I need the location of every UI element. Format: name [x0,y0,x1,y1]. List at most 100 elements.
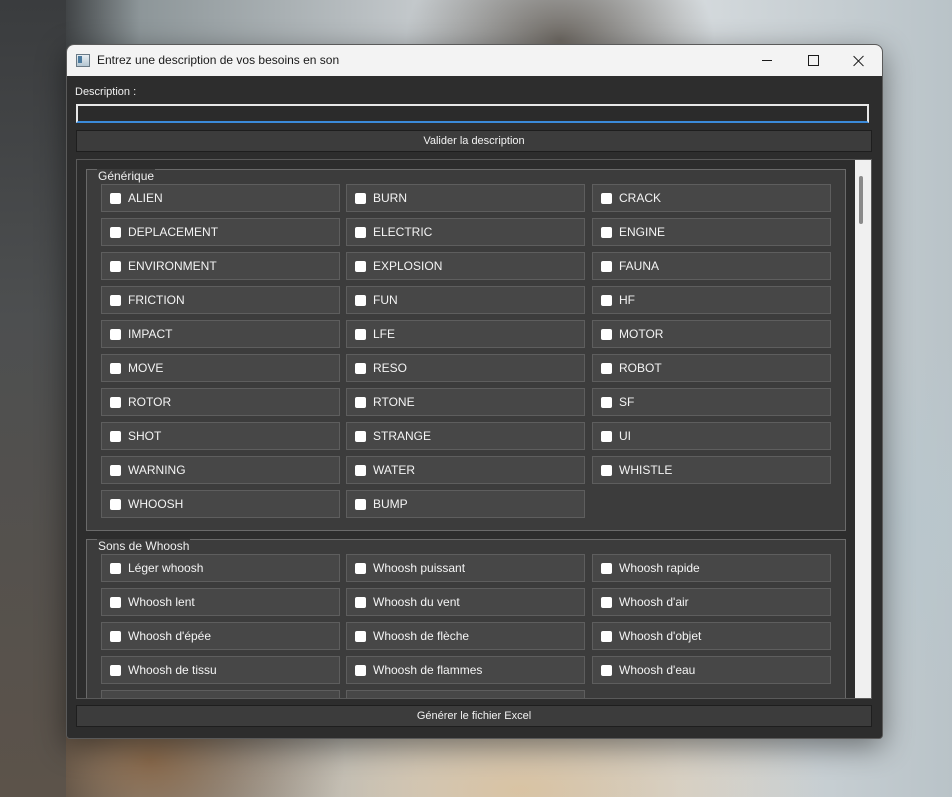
checkbox-square[interactable] [110,294,121,306]
checkbox-square[interactable] [355,430,366,442]
maximize-button[interactable] [790,45,836,76]
checkbox-scroll-area[interactable]: Générique ALIEN BURN CRACK DEPLACEMENT ELECTR… [76,159,872,699]
checkbox-item[interactable]: RESO [346,354,585,382]
checkbox-square[interactable] [110,630,121,642]
checkbox-square[interactable] [355,562,366,574]
checkbox-square[interactable] [355,596,366,608]
checkbox-item[interactable]: BUMP [346,490,585,518]
checkbox-item[interactable]: Léger whoosh [101,554,340,582]
checkbox-item[interactable]: WATER [346,456,585,484]
checkbox-item[interactable]: SF [592,388,831,416]
checkbox-square[interactable] [355,464,366,476]
checkbox-square[interactable] [601,362,612,374]
checkbox-item[interactable]: FUN [346,286,585,314]
checkbox-square[interactable] [601,294,612,306]
checkbox-square[interactable] [355,396,366,408]
checkbox-square[interactable] [355,699,366,700]
checkbox-item[interactable] [346,690,585,700]
checkbox-square[interactable] [355,294,366,306]
checkbox-square[interactable] [355,630,366,642]
checkbox-label: ENVIRONMENT [128,259,217,273]
checkbox-item[interactable]: Whoosh lent [101,588,340,616]
generate-excel-button[interactable]: Générer le fichier Excel [76,705,872,727]
checkbox-item[interactable]: FRICTION [101,286,340,314]
checkbox-item[interactable]: Whoosh d'épée [101,622,340,650]
checkbox-item[interactable]: Whoosh de tissu [101,656,340,684]
checkbox-item[interactable]: HF [592,286,831,314]
checkbox-item[interactable]: WARNING [101,456,340,484]
checkbox-square[interactable] [601,192,612,204]
checkbox-item[interactable]: RTONE [346,388,585,416]
checkbox-item[interactable]: ROBOT [592,354,831,382]
checkbox-square[interactable] [110,430,121,442]
checkbox-square[interactable] [355,192,366,204]
checkbox-item[interactable]: ENVIRONMENT [101,252,340,280]
checkbox-square[interactable] [601,396,612,408]
checkbox-item[interactable]: ALIEN [101,184,340,212]
scrollbar-thumb[interactable] [859,176,863,224]
checkbox-item[interactable]: Whoosh de flèche [346,622,585,650]
vertical-scrollbar[interactable] [855,160,871,698]
checkbox-item[interactable] [101,690,340,700]
checkbox-square[interactable] [601,430,612,442]
checkbox-square[interactable] [110,260,121,272]
minimize-button[interactable] [744,45,790,76]
checkbox-square[interactable] [355,362,366,374]
checkbox-square[interactable] [601,226,612,238]
checkbox-square[interactable] [110,699,121,700]
checkbox-item[interactable]: WHOOSH [101,490,340,518]
checkbox-square[interactable] [601,562,612,574]
group-title: Sons de Whoosh [97,539,191,553]
checkbox-square[interactable] [601,596,612,608]
checkbox-square[interactable] [355,226,366,238]
checkbox-square[interactable] [355,260,366,272]
checkbox-square[interactable] [110,362,121,374]
checkbox-square[interactable] [110,396,121,408]
checkbox-item[interactable]: FAUNA [592,252,831,280]
checkbox-item[interactable]: LFE [346,320,585,348]
checkbox-square[interactable] [110,192,121,204]
checkbox-item[interactable]: WHISTLE [592,456,831,484]
validate-description-button[interactable]: Valider la description [76,130,872,152]
checkbox-item[interactable]: Whoosh rapide [592,554,831,582]
checkbox-label: Whoosh de flèche [373,629,470,643]
checkbox-square[interactable] [355,328,366,340]
checkbox-item[interactable]: MOTOR [592,320,831,348]
checkbox-square[interactable] [110,562,121,574]
checkbox-item[interactable]: BURN [346,184,585,212]
checkbox-item[interactable]: CRACK [592,184,831,212]
checkbox-item[interactable]: Whoosh de flammes [346,656,585,684]
checkbox-square[interactable] [355,664,366,676]
checkbox-square[interactable] [110,664,121,676]
checkbox-square[interactable] [110,328,121,340]
checkbox-item[interactable]: Whoosh du vent [346,588,585,616]
checkbox-item[interactable]: Whoosh d'eau [592,656,831,684]
checkbox-item[interactable]: DEPLACEMENT [101,218,340,246]
checkbox-label: WATER [373,463,415,477]
checkbox-item[interactable]: MOVE [101,354,340,382]
checkbox-square[interactable] [601,260,612,272]
checkbox-item[interactable]: STRANGE [346,422,585,450]
checkbox-item[interactable]: Whoosh puissant [346,554,585,582]
checkbox-item[interactable]: ROTOR [101,388,340,416]
close-button[interactable] [836,45,882,76]
checkbox-item[interactable]: EXPLOSION [346,252,585,280]
checkbox-square[interactable] [110,226,121,238]
checkbox-item[interactable]: Whoosh d'objet [592,622,831,650]
checkbox-item[interactable]: UI [592,422,831,450]
title-bar[interactable]: Entrez une description de vos besoins en… [67,45,882,76]
checkbox-square[interactable] [601,664,612,676]
checkbox-square[interactable] [110,498,121,510]
checkbox-square[interactable] [601,464,612,476]
checkbox-item[interactable]: IMPACT [101,320,340,348]
checkbox-square[interactable] [110,596,121,608]
description-input[interactable] [76,104,869,123]
checkbox-square[interactable] [355,498,366,510]
checkbox-item[interactable]: ENGINE [592,218,831,246]
checkbox-item[interactable]: SHOT [101,422,340,450]
checkbox-item[interactable]: ELECTRIC [346,218,585,246]
checkbox-square[interactable] [601,630,612,642]
checkbox-square[interactable] [110,464,121,476]
checkbox-square[interactable] [601,328,612,340]
checkbox-item[interactable]: Whoosh d'air [592,588,831,616]
